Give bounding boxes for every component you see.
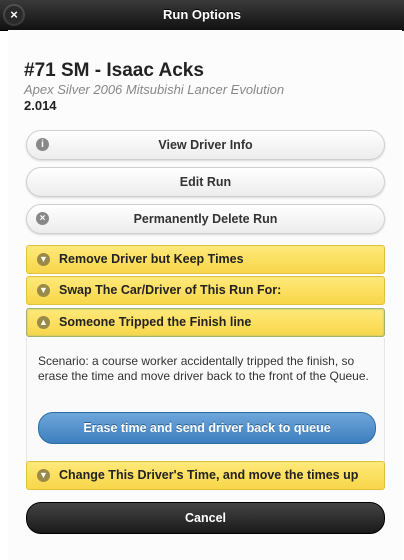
run-time: 2.014: [24, 98, 57, 113]
accordion-label: Remove Driver but Keep Times: [59, 252, 244, 266]
edit-run-label: Edit Run: [179, 175, 232, 189]
info-icon: i: [36, 138, 49, 151]
accordion-label: Swap The Car/Driver of This Run For:: [59, 283, 282, 297]
title-bar: × Run Options: [0, 0, 404, 31]
cancel-button[interactable]: Cancel: [26, 502, 385, 534]
accordion-remove-driver[interactable]: ▼ Remove Driver but Keep Times: [26, 245, 385, 274]
accordion-label: Someone Tripped the Finish line: [59, 315, 252, 329]
accordion-change-time[interactable]: ▼ Change This Driver's Time, and move th…: [26, 461, 385, 490]
accordion-label: Change This Driver's Time, and move the …: [59, 468, 359, 482]
edit-run-button[interactable]: Edit Run: [26, 167, 385, 197]
scenario-text: Scenario: a course worker accidentally t…: [38, 354, 369, 383]
driver-car: Apex Silver 2006 Mitsubishi Lancer Evolu…: [24, 82, 285, 97]
accordion-tripped-finish[interactable]: ▲ Someone Tripped the Finish line: [26, 308, 385, 337]
accordion-swap-car[interactable]: ▼ Swap The Car/Driver of This Run For:: [26, 276, 385, 305]
delete-run-button[interactable]: × Permanently Delete Run: [26, 204, 385, 234]
chevron-down-icon: ▼: [37, 284, 50, 297]
chevron-up-icon: ▲: [37, 316, 50, 329]
delete-run-label: Permanently Delete Run: [133, 212, 278, 226]
view-driver-info-button[interactable]: i View Driver Info: [26, 130, 385, 160]
chevron-down-icon: ▼: [37, 253, 50, 266]
delete-icon: ×: [36, 212, 49, 225]
chevron-down-icon: ▼: [37, 469, 50, 482]
dialog-title: Run Options: [163, 7, 241, 22]
view-driver-info-label: View Driver Info: [158, 138, 253, 152]
erase-time-button[interactable]: Erase time and send driver back to queue: [38, 412, 376, 444]
driver-heading: #71 SM - Isaac Acks: [24, 60, 204, 81]
